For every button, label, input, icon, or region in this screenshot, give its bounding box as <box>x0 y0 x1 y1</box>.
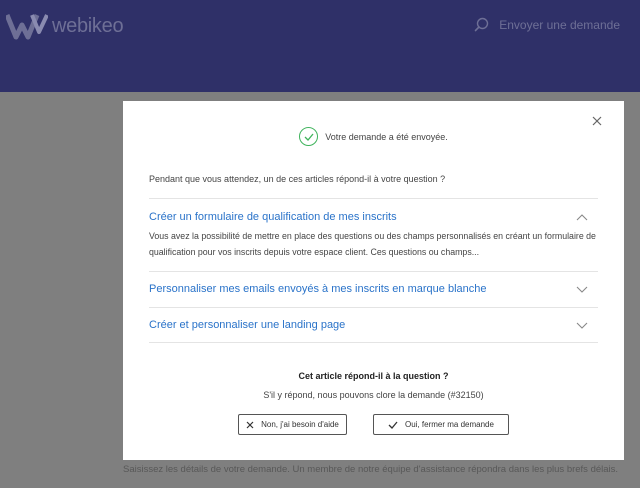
logo[interactable]: webikeo <box>6 12 124 40</box>
background-instructions: Saisissez les détails de votre demande. … <box>123 464 619 475</box>
x-icon <box>246 421 254 428</box>
close-request-button[interactable]: Oui, fermer ma demande <box>373 414 509 435</box>
confirmation-modal: Votre demande a été envoyée. Pendant que… <box>123 101 624 460</box>
feedback-subtitle: S'il y répond, nous pouvons clore la dem… <box>263 390 484 400</box>
chevron-down-icon[interactable] <box>576 286 588 293</box>
send-request-label: Envoyer une demande <box>499 17 620 32</box>
check-circle-icon <box>299 127 319 146</box>
confirmation-row: Votre demande a été envoyée. <box>123 127 624 146</box>
chevron-up-icon[interactable] <box>576 214 588 221</box>
top-header: webikeo Envoyer une demande <box>0 0 640 92</box>
article-title-3[interactable]: Créer et personnaliser une landing page <box>149 308 598 331</box>
article-item-3: Créer et personnaliser une landing page <box>149 307 598 343</box>
article-item-2: Personnaliser mes emails envoyés à mes i… <box>149 271 598 307</box>
chevron-down-icon[interactable] <box>576 322 588 329</box>
confirmation-text: Votre demande a été envoyée. <box>325 131 448 142</box>
send-request-link[interactable]: Envoyer une demande <box>474 17 620 32</box>
article-accordion: Créer un formulaire de qualification de … <box>149 198 598 343</box>
article-title-2[interactable]: Personnaliser mes emails envoyés à mes i… <box>149 272 598 295</box>
need-help-label: Non, j'ai besoin d'aide <box>261 420 339 429</box>
webikeo-logo-icon <box>6 14 48 40</box>
brand-name: webikeo <box>52 14 124 37</box>
article-excerpt-1: Vous avez la possibilité de mettre en pl… <box>149 231 596 257</box>
article-item-1: Créer un formulaire de qualification de … <box>149 198 598 271</box>
search-icon <box>474 17 489 32</box>
check-icon <box>388 421 398 429</box>
close-request-label: Oui, fermer ma demande <box>405 420 494 429</box>
feedback-question: Cet article répond-il à la question ? <box>298 371 449 381</box>
intro-text: Pendant que vous attendez, un de ces art… <box>149 174 446 184</box>
article-title-1[interactable]: Créer un formulaire de qualification de … <box>149 199 598 223</box>
need-help-button[interactable]: Non, j'ai besoin d'aide <box>238 414 347 435</box>
